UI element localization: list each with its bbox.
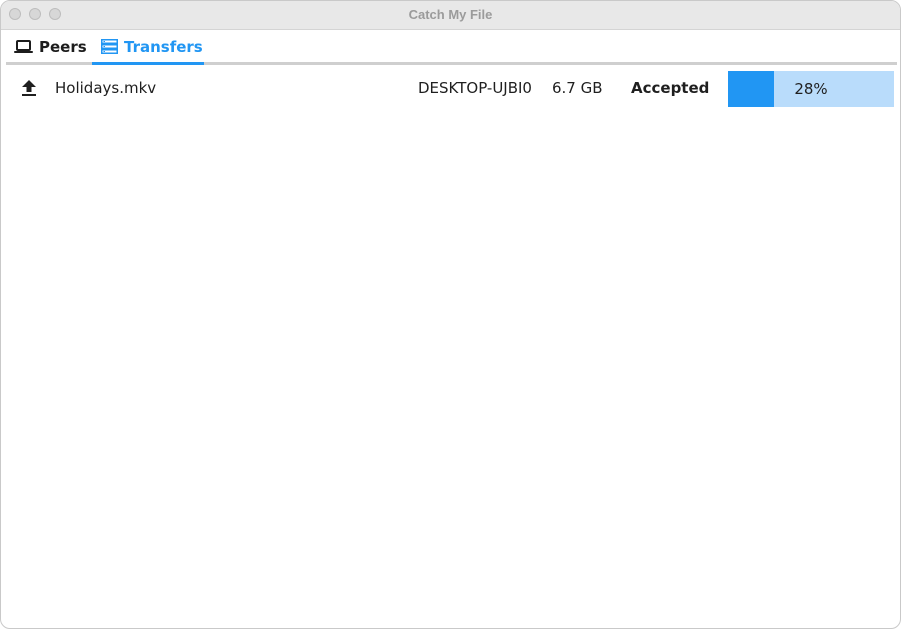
laptop-icon <box>14 39 33 54</box>
window-title: Catch My File <box>408 7 493 22</box>
list-icon <box>101 39 118 54</box>
tab-peers-label: Peers <box>39 37 87 56</box>
tab-transfers[interactable]: Transfers <box>92 30 204 63</box>
transfer-filename: Holidays.mkv <box>55 79 157 97</box>
transfer-peer: DESKTOP-UJBI0 <box>418 79 532 97</box>
tab-transfers-label: Transfers <box>124 37 203 56</box>
transfer-progress-bar: 28% <box>728 71 894 107</box>
title-bar: Catch My File <box>1 1 900 30</box>
active-tab-indicator <box>92 62 204 65</box>
transfer-status: Accepted <box>631 79 710 97</box>
tab-bar: Peers Transfers <box>1 30 900 66</box>
transfer-size: 6.7 GB <box>552 79 603 97</box>
upload-icon <box>21 69 37 107</box>
transfer-row[interactable]: Holidays.mkv DESKTOP-UJBI0 6.7 GB Accept… <box>1 69 900 107</box>
app-window: Catch My File Peers Transfers Holidays.m… <box>0 0 901 629</box>
transfer-progress-label: 28% <box>794 80 828 98</box>
tab-peers[interactable]: Peers <box>7 30 89 63</box>
